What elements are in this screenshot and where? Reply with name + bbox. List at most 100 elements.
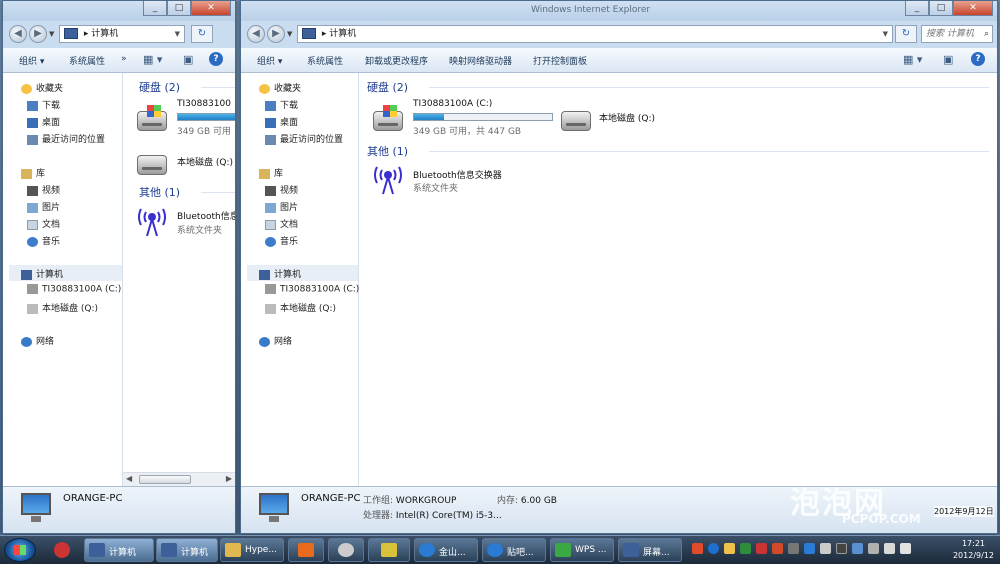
system-properties-button[interactable]: 系统属性 bbox=[69, 54, 105, 67]
taskbar-button-screen[interactable]: 屏幕... bbox=[618, 538, 682, 562]
nav-favorites[interactable]: 收藏夹 bbox=[21, 81, 63, 94]
nav-drive-q[interactable]: 本地磁盘 (Q:) bbox=[265, 301, 336, 314]
change-view-icon[interactable]: ▦ ▾ bbox=[903, 53, 922, 66]
explorer-window-right[interactable]: Windows Internet Explorer _ □ ✕ ◀ ▶ ▼ ▸ … bbox=[240, 0, 998, 534]
nav-libraries[interactable]: 库 bbox=[21, 166, 45, 179]
flag-icon[interactable] bbox=[884, 543, 895, 554]
maximize-button[interactable]: □ bbox=[929, 1, 953, 16]
minimize-button[interactable]: _ bbox=[143, 1, 167, 16]
nav-downloads[interactable]: 下载 bbox=[265, 98, 298, 111]
minimize-button[interactable]: _ bbox=[905, 1, 929, 16]
organize-button[interactable]: 组织 ▾ bbox=[19, 54, 44, 67]
nav-music[interactable]: 音乐 bbox=[265, 234, 298, 247]
address-bar[interactable]: ▸ 计算机 ▼ bbox=[297, 25, 893, 43]
title-bar[interactable]: Windows Internet Explorer _ □ ✕ bbox=[241, 1, 997, 21]
system-properties-button[interactable]: 系统属性 bbox=[307, 54, 343, 67]
group-other[interactable]: 其他 (1) bbox=[139, 184, 180, 200]
help-tray-icon[interactable] bbox=[708, 543, 719, 554]
nav-favorites[interactable]: 收藏夹 bbox=[259, 81, 301, 94]
explorer-window-left[interactable]: _ □ ✕ ◀ ▶ ▼ ▸ 计算机 ▼ ↻ 组织 ▾ 系统属性 » ▦ ▾ ▣ … bbox=[2, 0, 236, 534]
system-clock[interactable]: 17:21 2012/9/12 bbox=[953, 538, 994, 562]
group-hard-disks[interactable]: 硬盘 (2) bbox=[139, 79, 180, 95]
nav-computer[interactable]: 计算机 bbox=[21, 267, 63, 280]
taskbar-button-computer-1[interactable]: 计算机 bbox=[84, 538, 154, 562]
open-control-panel-button[interactable]: 打开控制面板 bbox=[533, 54, 587, 67]
usb-tray-icon[interactable] bbox=[868, 543, 879, 554]
horizontal-scrollbar[interactable]: ◀ ▶ bbox=[123, 472, 235, 487]
volume-icon[interactable] bbox=[820, 543, 831, 554]
close-button[interactable]: ✕ bbox=[191, 1, 231, 16]
back-button[interactable]: ◀ bbox=[9, 25, 27, 43]
drive-c-name[interactable]: TI30883100 bbox=[177, 99, 231, 109]
taskbar-button-wps[interactable]: WPS ... bbox=[550, 538, 614, 562]
network-status-icon[interactable] bbox=[804, 543, 815, 554]
taskbar-button-media-player[interactable] bbox=[288, 538, 324, 562]
close-button[interactable]: ✕ bbox=[953, 1, 993, 16]
maximize-button[interactable]: □ bbox=[167, 1, 191, 16]
nav-libraries[interactable]: 库 bbox=[259, 166, 283, 179]
taskbar-button-hype[interactable]: Hype... bbox=[220, 538, 284, 562]
drive-q-name[interactable]: 本地磁盘 (Q:) bbox=[177, 155, 233, 168]
more-commands-icon[interactable]: » bbox=[121, 54, 127, 64]
forward-button[interactable]: ▶ bbox=[29, 25, 47, 43]
recent-pages-dropdown[interactable]: ▼ bbox=[49, 30, 54, 38]
nav-recent[interactable]: 最近访问的位置 bbox=[27, 132, 105, 145]
start-button[interactable] bbox=[4, 538, 36, 562]
scroll-left-icon[interactable]: ◀ bbox=[126, 474, 132, 483]
nav-documents[interactable]: 文档 bbox=[27, 217, 60, 230]
back-button[interactable]: ◀ bbox=[247, 25, 265, 43]
scrollbar-thumb[interactable] bbox=[139, 475, 191, 484]
taskbar-button-tieba[interactable]: 贴吧... bbox=[482, 538, 546, 562]
nav-videos[interactable]: 视频 bbox=[27, 183, 60, 196]
nav-drive-c[interactable]: TI30883100A (C:) bbox=[265, 284, 359, 295]
nav-drive-q[interactable]: 本地磁盘 (Q:) bbox=[27, 301, 98, 314]
drive-q-name[interactable]: 本地磁盘 (Q:) bbox=[599, 111, 655, 124]
address-bar[interactable]: ▸ 计算机 ▼ bbox=[59, 25, 185, 43]
nav-downloads[interactable]: 下载 bbox=[27, 98, 60, 111]
forward-button[interactable]: ▶ bbox=[267, 25, 285, 43]
bluetooth-name[interactable]: Bluetooth信息交换器 bbox=[413, 168, 502, 181]
organize-button[interactable]: 组织 ▾ bbox=[257, 54, 282, 67]
nav-network[interactable]: 网络 bbox=[21, 334, 54, 347]
shield-icon[interactable] bbox=[740, 543, 751, 554]
nav-computer[interactable]: 计算机 bbox=[259, 267, 301, 280]
taskbar-button-computer-2[interactable]: 计算机 bbox=[156, 538, 218, 562]
scroll-right-icon[interactable]: ▶ bbox=[226, 474, 232, 483]
group-hard-disks[interactable]: 硬盘 (2) bbox=[367, 79, 408, 95]
taskbar-button-99-app[interactable] bbox=[368, 538, 410, 562]
nav-network[interactable]: 网络 bbox=[259, 334, 292, 347]
sogou-ime-icon[interactable] bbox=[692, 543, 703, 554]
nav-music[interactable]: 音乐 bbox=[27, 234, 60, 247]
chevron-down-icon[interactable]: ▼ bbox=[883, 26, 888, 42]
nav-recent[interactable]: 最近访问的位置 bbox=[265, 132, 343, 145]
app-tray-icon[interactable] bbox=[772, 543, 783, 554]
bluetooth-tray-icon[interactable] bbox=[852, 543, 863, 554]
refresh-button[interactable]: ↻ bbox=[895, 25, 917, 43]
nav-documents[interactable]: 文档 bbox=[265, 217, 298, 230]
security-icon[interactable] bbox=[756, 543, 767, 554]
help-icon[interactable]: ? bbox=[209, 52, 223, 66]
nav-desktop[interactable]: 桌面 bbox=[27, 115, 60, 128]
title-bar[interactable]: _ □ ✕ bbox=[3, 1, 235, 21]
preview-pane-icon[interactable]: ▣ bbox=[183, 53, 193, 66]
help-icon[interactable]: ? bbox=[971, 52, 985, 66]
nav-desktop[interactable]: 桌面 bbox=[265, 115, 298, 128]
recent-pages-dropdown[interactable]: ▼ bbox=[287, 30, 292, 38]
nav-pictures[interactable]: 图片 bbox=[27, 200, 60, 213]
nav-videos[interactable]: 视频 bbox=[265, 183, 298, 196]
drive-c-name[interactable]: TI30883100A (C:) bbox=[413, 99, 492, 109]
taskbar-button-jinshan[interactable]: 金山... bbox=[414, 538, 478, 562]
search-icon[interactable]: ⌕ bbox=[984, 26, 989, 42]
nav-drive-c[interactable]: TI30883100A (C:) bbox=[27, 284, 121, 295]
chevron-down-icon[interactable]: ▼ bbox=[175, 26, 180, 42]
change-view-icon[interactable]: ▦ ▾ bbox=[143, 53, 162, 66]
preview-pane-icon[interactable]: ▣ bbox=[943, 53, 953, 66]
refresh-button[interactable]: ↻ bbox=[191, 25, 213, 43]
bluetooth-name[interactable]: Bluetooth信息 bbox=[177, 209, 235, 222]
search-input[interactable]: 搜索 计算机 ⌕ bbox=[921, 25, 993, 43]
map-network-drive-button[interactable]: 映射网络驱动器 bbox=[449, 54, 512, 67]
monitor-tray-icon[interactable] bbox=[836, 543, 847, 554]
taskbar-button-clock-app[interactable] bbox=[328, 538, 364, 562]
uninstall-program-button[interactable]: 卸载或更改程序 bbox=[365, 54, 428, 67]
group-other[interactable]: 其他 (1) bbox=[367, 143, 408, 159]
